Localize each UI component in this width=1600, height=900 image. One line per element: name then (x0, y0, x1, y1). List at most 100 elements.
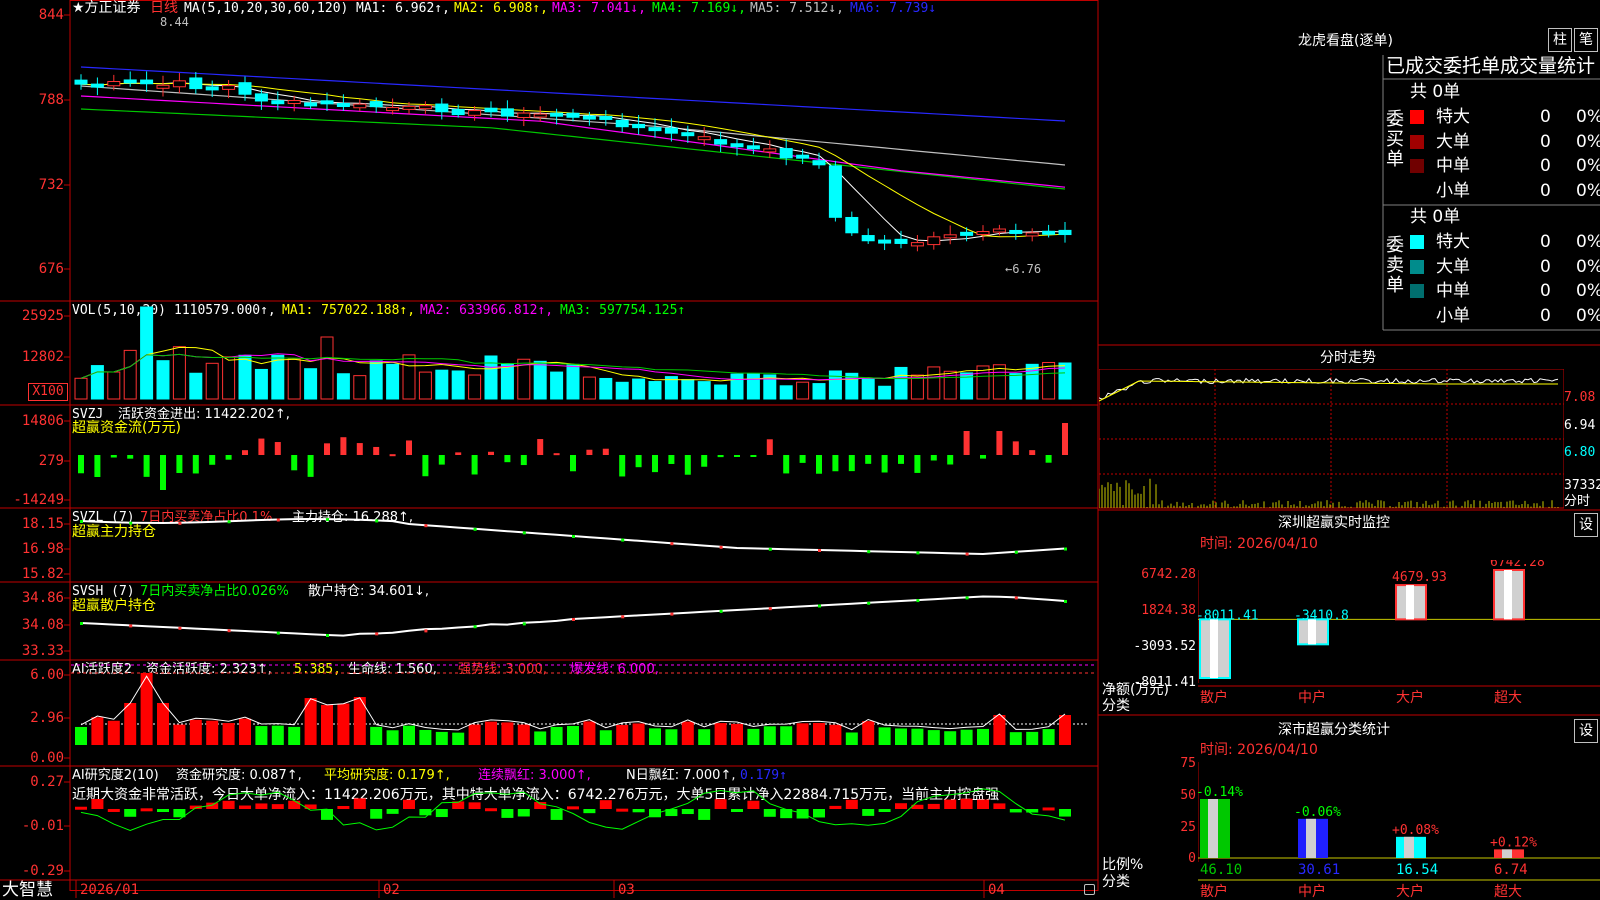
research-bar (403, 799, 415, 809)
order-row-value: 0 (1540, 131, 1551, 152)
activity-bar (288, 726, 301, 745)
svzl-y-label: 16.98 (21, 541, 64, 557)
candle (353, 103, 367, 109)
candle (189, 77, 203, 90)
candle (927, 236, 941, 246)
candle (632, 123, 646, 129)
research-bar (878, 809, 891, 812)
kline-y-label: 732 (38, 177, 64, 193)
volume-bar (254, 368, 268, 400)
candle (517, 112, 531, 118)
activity-bar (534, 731, 547, 745)
candle (418, 105, 432, 110)
main-holding-line-mark (1014, 550, 1018, 554)
candlestick-chart[interactable] (71, 1, 1097, 300)
retail-holding-line-mark (818, 604, 821, 608)
retail-holding-line-mark (1014, 596, 1018, 600)
research-bar (583, 809, 596, 814)
monitor-ylabel: 净额(万元) (1102, 682, 1169, 698)
retail-holding-line-mark (227, 629, 231, 633)
research-bar (977, 799, 989, 809)
candle (582, 115, 596, 120)
tab-bar-mode[interactable]: 柱 (1548, 28, 1572, 52)
fund-flow-bar (652, 455, 658, 473)
activity-bar (1026, 731, 1039, 745)
fund-flow-bar (192, 455, 199, 474)
classify-pct-label: +0.12% (1490, 835, 1537, 850)
activity-bar (927, 730, 940, 745)
monitor-bar-chart: -8011.41 散户 -3410.8 中户 4679.93 大户 6742.28 超大 (1198, 560, 1600, 706)
volume-bar (156, 360, 170, 400)
intraday-chart[interactable] (1099, 369, 1564, 509)
main-holding-line-mark (80, 520, 83, 523)
order-color-swatch (1410, 259, 1424, 274)
candle (550, 112, 564, 117)
candle (714, 139, 728, 145)
volume-bar (894, 366, 908, 400)
candle (74, 79, 88, 85)
order-stats-title: 已成交委托单成交量统计 (1386, 55, 1596, 77)
volume-bar (615, 381, 629, 400)
fund-flow-bar (586, 449, 593, 455)
activity-bar (845, 732, 858, 745)
tab-tick-mode[interactable]: 笔 (1574, 28, 1598, 52)
ai1-y-label: 2.96 (30, 710, 64, 726)
buy-orders-label: 委买单 (1386, 109, 1404, 170)
candle (336, 103, 350, 108)
retail-holding-line-mark (129, 624, 133, 628)
monitor-settings-button[interactable]: 设 (1574, 513, 1598, 537)
order-color-swatch (1410, 184, 1424, 198)
fund-flow-bar (980, 455, 986, 459)
order-color-swatch (1410, 284, 1424, 298)
fund-flow-bar (274, 442, 281, 455)
candle (287, 100, 301, 105)
fund-flow-bar (455, 452, 462, 455)
retail-holding-line-mark (916, 599, 920, 603)
candle (386, 107, 400, 112)
fund-flow-bar (963, 431, 970, 455)
fund-flow-bar (930, 455, 937, 461)
activity-bar (829, 724, 842, 745)
candle (861, 235, 875, 242)
research-bar (599, 800, 612, 809)
svzj-y-label: -14249 (13, 492, 64, 508)
activity-bar (1042, 729, 1055, 745)
intraday-avg-line (1099, 380, 1558, 402)
activity-bar (911, 728, 924, 745)
main-holding-line-mark (326, 518, 329, 522)
volume-bar (779, 385, 793, 400)
vol-unit-badge[interactable]: X100 (28, 383, 68, 401)
activity-bar (780, 726, 793, 745)
research-bar (419, 809, 432, 816)
classify-settings-button[interactable]: 设 (1574, 719, 1598, 743)
candle (123, 79, 137, 84)
volume-bar (435, 369, 449, 400)
volume-chart (74, 306, 1072, 400)
volume-bar (500, 363, 514, 400)
fund-flow-bar (110, 455, 117, 458)
monitor-y-label: 6742.28 (1141, 567, 1196, 582)
lock-icon[interactable] (1084, 884, 1095, 895)
order-color-swatch (1410, 235, 1424, 249)
activity-bar (485, 721, 497, 745)
fund-flow-bar (94, 455, 101, 477)
monitor-bar-highlight (1504, 570, 1512, 620)
candle (845, 216, 859, 234)
candle (746, 145, 760, 150)
order-row-percent: 0% (1576, 305, 1600, 326)
main-holding-line-mark (276, 518, 280, 522)
candle (730, 143, 744, 148)
fund-flow-bar (602, 448, 609, 455)
candle (1025, 232, 1039, 237)
main-holding-line-mark (768, 547, 772, 551)
research-bar (222, 800, 235, 809)
research-bar (435, 809, 448, 818)
activity-bar (698, 729, 711, 745)
classify-category-label: 大户 (1396, 883, 1424, 900)
activity-bar (714, 723, 727, 745)
candle (796, 154, 810, 159)
activity-bar (796, 723, 809, 745)
retail-holding-line-mark (178, 626, 182, 630)
main-holding-line-mark (129, 521, 133, 525)
main-holding-line-mark (719, 545, 723, 549)
